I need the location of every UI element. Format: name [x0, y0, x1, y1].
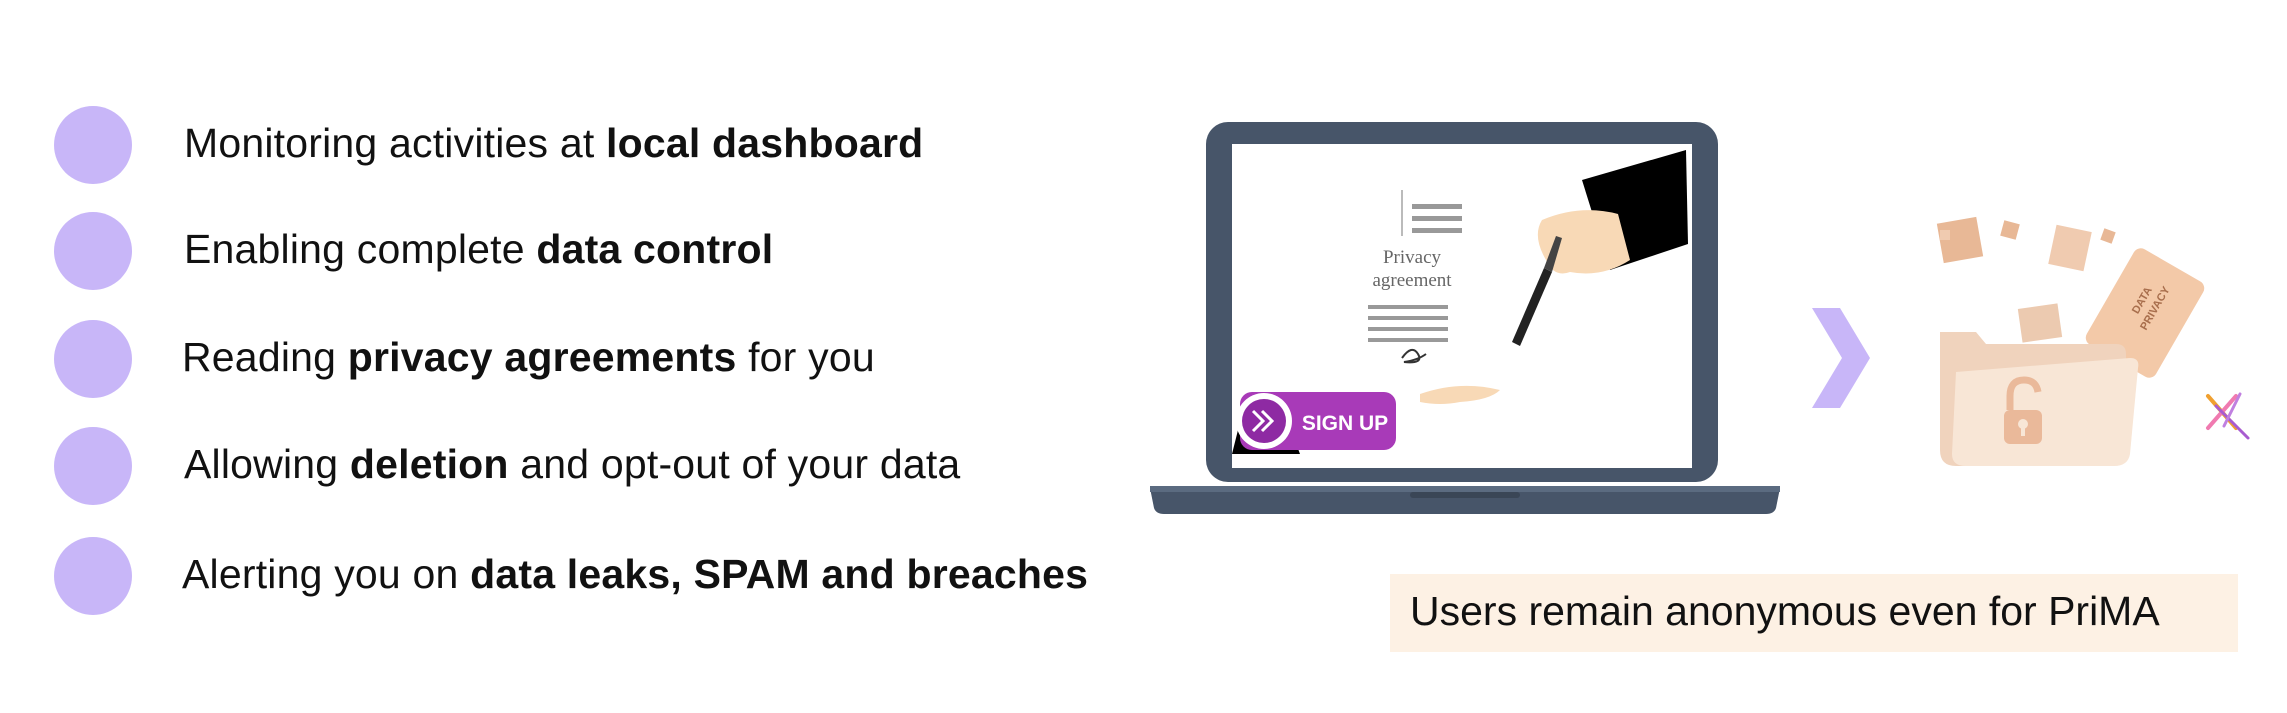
caption-text: Users remain anonymous even for PriMA	[1410, 588, 2160, 634]
signup-label: SIGN UP	[1302, 412, 1388, 435]
feature-text: Reading privacy agreements for you	[182, 334, 875, 380]
bullet-circle	[54, 212, 132, 290]
bullet-circle	[54, 537, 132, 615]
feature-item-privacy-agreements: Reading privacy agreements for you	[0, 318, 1150, 398]
feature-text: Monitoring activities at local dashboard	[184, 120, 924, 166]
feature-text: Alerting you on data leaks, SPAM and bre…	[182, 551, 1089, 597]
feature-text: Enabling complete data control	[184, 226, 774, 272]
bullet-circle	[54, 106, 132, 184]
signup-button-icon: SIGN UP	[1232, 392, 1396, 454]
document-title-line2: agreement	[1372, 270, 1452, 291]
feature-item-alerts: Alerting you on data leaks, SPAM and bre…	[0, 535, 1150, 615]
chevron-right-icon	[1812, 308, 1870, 408]
feature-item-dashboard: Monitoring activities at local dashboard	[0, 104, 1150, 184]
feature-text: Allowing deletion and opt-out of your da…	[184, 441, 961, 487]
feature-item-data-control: Enabling complete data control	[0, 210, 1150, 290]
bullet-circle	[54, 427, 132, 505]
data-privacy-folder-icon: DATA PRIVACY	[1936, 216, 2205, 466]
prima-logo-icon	[2206, 392, 2250, 440]
feature-item-deletion: Allowing deletion and opt-out of your da…	[0, 425, 1150, 505]
document-title-line1: Privacy	[1383, 247, 1442, 268]
feature-list: Monitoring activities at local dashboard…	[0, 0, 1150, 713]
privacy-illustration: Privacy agreement SIGN UP DATA PRIVACY	[1150, 122, 2250, 514]
anonymity-caption: Users remain anonymous even for PriMA	[1390, 574, 2238, 652]
bullet-circle	[54, 320, 132, 398]
